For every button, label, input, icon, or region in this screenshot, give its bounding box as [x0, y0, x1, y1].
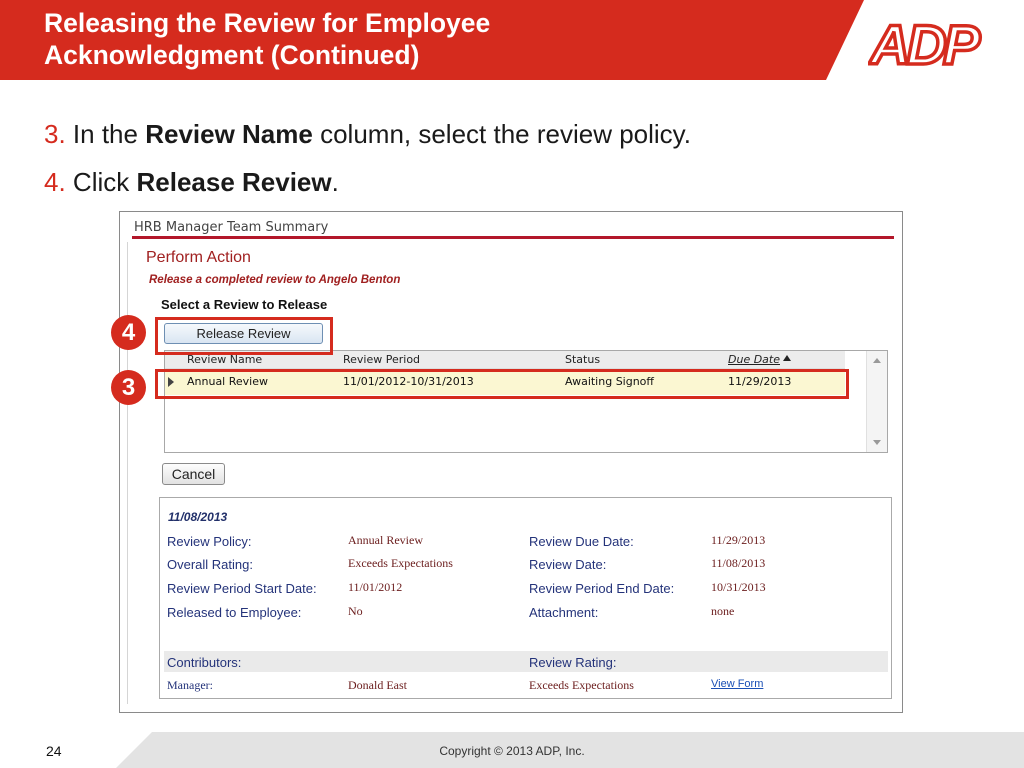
overall-rating-label: Overall Rating:: [167, 557, 253, 572]
overall-rating-value: Exceeds Expectations: [348, 556, 453, 570]
step-number: 3.: [44, 119, 66, 149]
section-subtitle: Release a completed review to Angelo Ben…: [149, 274, 401, 286]
copyright-text: Copyright © 2013 ADP, Inc.: [439, 744, 585, 758]
released-value: No: [348, 604, 363, 618]
callout-badge-4: 4: [111, 315, 146, 350]
attachment-label: Attachment:: [529, 605, 599, 620]
table-scrollbar[interactable]: [866, 351, 887, 452]
review-table: Review Name Review Period Status Due Dat…: [164, 350, 888, 453]
manager-rating: Exceeds Expectations: [529, 678, 634, 692]
step-text: Click: [72, 167, 137, 197]
adp-logo: ADP: [868, 12, 987, 76]
review-rating-label: Review Rating:: [529, 655, 617, 670]
step-4: 4. Click Release Review.: [44, 162, 691, 210]
details-date: 11/08/2013: [168, 510, 228, 524]
released-label: Released to Employee:: [167, 605, 302, 620]
callout-box-row: [155, 369, 849, 399]
scroll-up-icon[interactable]: [873, 358, 881, 363]
review-date-value: 11/08/2013: [711, 556, 766, 570]
step-3: 3. In the Review Name column, select the…: [44, 114, 691, 162]
sort-ascending-icon: [783, 355, 791, 361]
cancel-button[interactable]: Cancel: [162, 463, 225, 485]
slide-title-line2: Acknowledgment (Continued): [44, 40, 420, 70]
select-review-heading: Select a Review to Release: [161, 297, 328, 312]
step-bold: Review Name: [145, 119, 313, 149]
period-start-label: Review Period Start Date:: [167, 581, 317, 596]
app-title: HRB Manager Team Summary: [134, 220, 329, 235]
scroll-down-icon[interactable]: [873, 440, 881, 445]
left-border: [127, 242, 128, 704]
column-header-due-date[interactable]: Due Date: [728, 353, 791, 366]
period-start-value: 11/01/2012: [348, 580, 403, 594]
due-date-label: Review Due Date:: [529, 534, 634, 549]
review-policy-label: Review Policy:: [167, 534, 252, 549]
due-date-value: 11/29/2013: [711, 533, 766, 547]
step-text: In the: [72, 119, 146, 149]
step-number: 4.: [44, 167, 66, 197]
period-end-label: Review Period End Date:: [529, 581, 675, 596]
review-date-label: Review Date:: [529, 557, 607, 572]
slide-title-line1: Releasing the Review for Employee: [44, 8, 491, 38]
column-header-review-period[interactable]: Review Period: [343, 353, 420, 366]
column-header-status[interactable]: Status: [565, 353, 600, 366]
review-details-panel: 11/08/2013 Review Policy: Annual Review …: [159, 497, 892, 699]
step-bold: Release Review: [136, 167, 332, 197]
adp-logo-text: ADP: [868, 13, 981, 76]
period-end-value: 10/31/2013: [711, 580, 766, 594]
contributors-bar: [164, 651, 888, 672]
app-screenshot: HRB Manager Team Summary Perform Action …: [119, 211, 903, 713]
manager-name: Donald East: [348, 678, 407, 692]
due-date-label: Due Date: [728, 353, 780, 366]
view-form-link[interactable]: View Form: [711, 678, 763, 690]
instruction-steps: 3. In the Review Name column, select the…: [44, 114, 691, 210]
review-policy-value: Annual Review: [348, 533, 423, 547]
section-title: Perform Action: [146, 249, 251, 266]
slide-title: Releasing the Review for Employee Acknow…: [44, 7, 804, 71]
callout-badge-3: 3: [111, 370, 146, 405]
step-text: column, select the review policy.: [312, 119, 691, 149]
callout-box-release: [155, 317, 333, 355]
title-divider: [132, 236, 894, 239]
attachment-value: none: [711, 604, 735, 618]
manager-label: Manager:: [167, 678, 213, 692]
contributors-label: Contributors:: [167, 655, 242, 670]
step-text: .: [331, 167, 339, 197]
